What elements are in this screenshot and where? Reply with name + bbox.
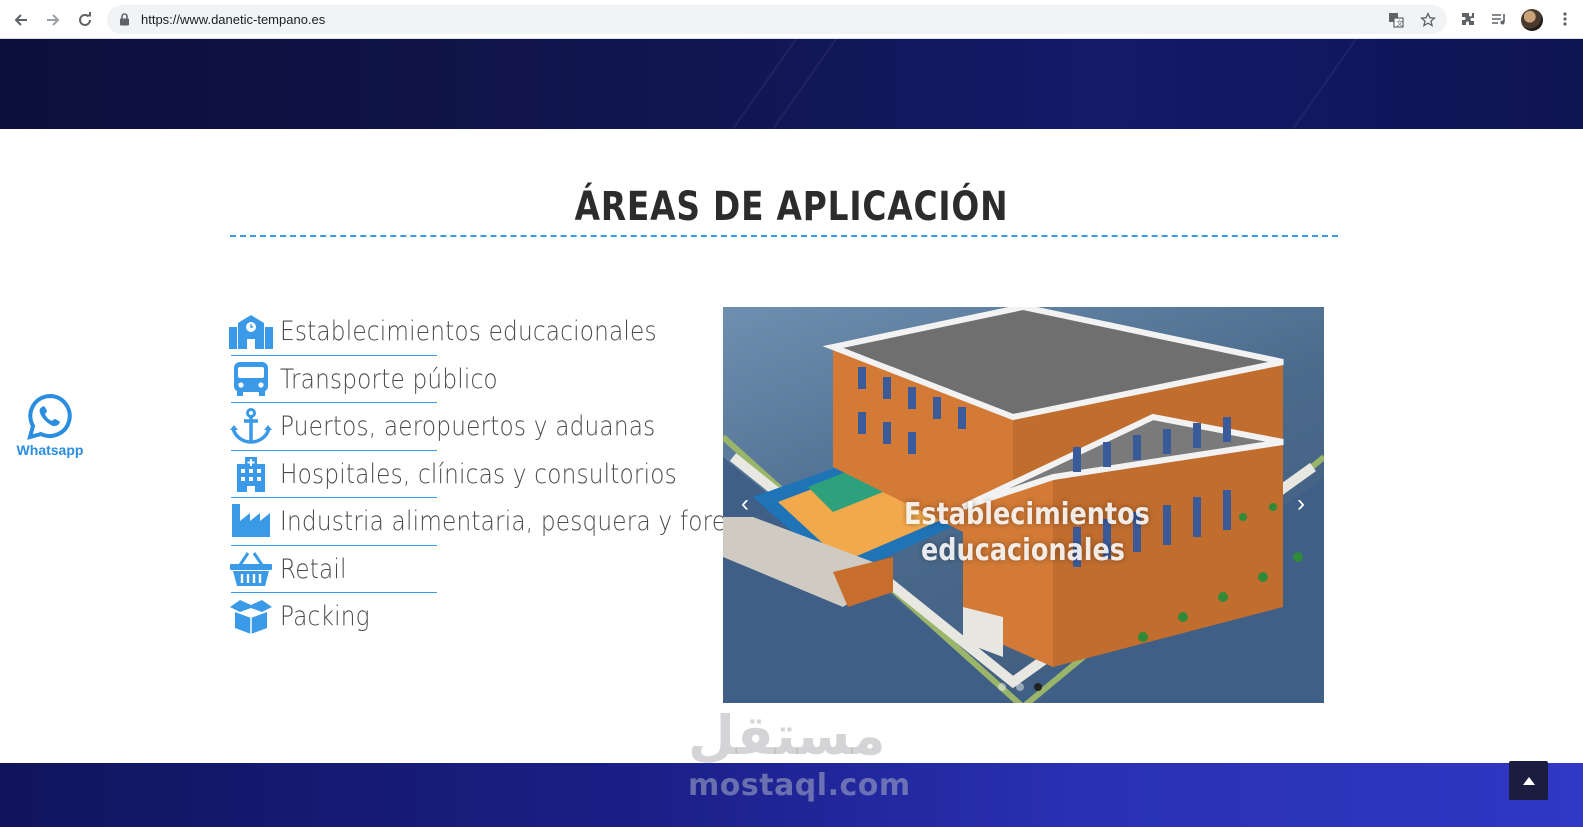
watermark-latin: mostaql.com — [688, 768, 911, 803]
carousel-prev-icon[interactable]: ‹ — [735, 492, 755, 516]
forward-arrow-icon[interactable] — [41, 8, 65, 32]
carousel-dot-active[interactable] — [1034, 683, 1042, 691]
star-icon[interactable] — [1419, 11, 1437, 29]
profile-avatar[interactable] — [1521, 9, 1543, 31]
title-divider — [230, 235, 1338, 237]
list-item[interactable]: Establecimientos educacionales — [229, 308, 719, 356]
area-label: Puertos, aeropuertos y aduanas — [280, 411, 656, 442]
area-label: Packing — [280, 601, 370, 632]
whatsapp-button[interactable]: Whatsapp — [16, 393, 86, 459]
address-bar[interactable]: https://www.danetic-tempano.es 文 — [107, 5, 1447, 34]
back-to-top-button[interactable] — [1509, 761, 1548, 800]
list-item[interactable]: Transporte público — [229, 356, 719, 403]
area-label: Hospitales, clínicas y consultorios — [280, 458, 677, 490]
area-label: Establecimientos educacionales — [280, 316, 657, 347]
anchor-icon — [229, 408, 273, 444]
box-icon — [229, 598, 273, 634]
lock-icon[interactable] — [119, 13, 130, 31]
area-label: Retail — [280, 553, 347, 585]
header-banner — [0, 39, 1583, 129]
reload-icon[interactable] — [73, 8, 97, 32]
area-label: Industria alimentaria, pesquera y forest… — [280, 506, 769, 537]
basket-icon — [229, 551, 273, 587]
bus-icon — [229, 361, 273, 397]
header-decoration — [1280, 39, 1362, 129]
school-icon — [229, 313, 273, 349]
list-item[interactable]: Retail — [229, 546, 719, 593]
browser-toolbar: https://www.danetic-tempano.es 文 — [0, 0, 1583, 39]
menu-icon[interactable] — [1558, 9, 1572, 29]
carousel-dot[interactable] — [998, 683, 1006, 691]
carousel-caption: Establecimientos educacionales — [904, 497, 1150, 568]
media-icon[interactable] — [1489, 9, 1509, 29]
back-arrow-icon[interactable] — [9, 8, 33, 32]
carousel-dot[interactable] — [1016, 683, 1024, 691]
carousel-next-icon[interactable]: › — [1291, 492, 1311, 516]
watermark-arabic: مستقل — [688, 704, 886, 767]
hospital-icon — [229, 456, 273, 492]
whatsapp-label: Whatsapp — [16, 442, 84, 458]
whatsapp-icon — [27, 393, 72, 440]
header-decoration — [720, 39, 802, 129]
factory-icon — [229, 503, 273, 539]
list-item[interactable]: Packing — [229, 593, 719, 641]
translate-icon[interactable]: 文 — [1387, 11, 1405, 29]
header-decoration — [760, 39, 842, 129]
area-label: Transporte público — [280, 363, 498, 395]
list-item[interactable]: Hospitales, clínicas y consultorios — [229, 451, 719, 498]
carousel-indicators — [998, 683, 1042, 691]
caret-up-icon — [1522, 776, 1535, 785]
list-item[interactable]: Puertos, aeropuertos y aduanas — [229, 403, 719, 451]
url-text[interactable]: https://www.danetic-tempano.es — [141, 12, 325, 27]
extensions-icon[interactable] — [1458, 9, 1478, 29]
section-title: ÁREAS DE APLICACIÓN — [574, 184, 1009, 230]
image-carousel[interactable]: Establecimientos educacionales ‹ › — [723, 307, 1324, 703]
list-item[interactable]: Industria alimentaria, pesquera y forest… — [229, 498, 769, 546]
svg-text:文: 文 — [1396, 19, 1403, 28]
areas-list: Establecimientos educacionales Transport… — [229, 308, 769, 641]
